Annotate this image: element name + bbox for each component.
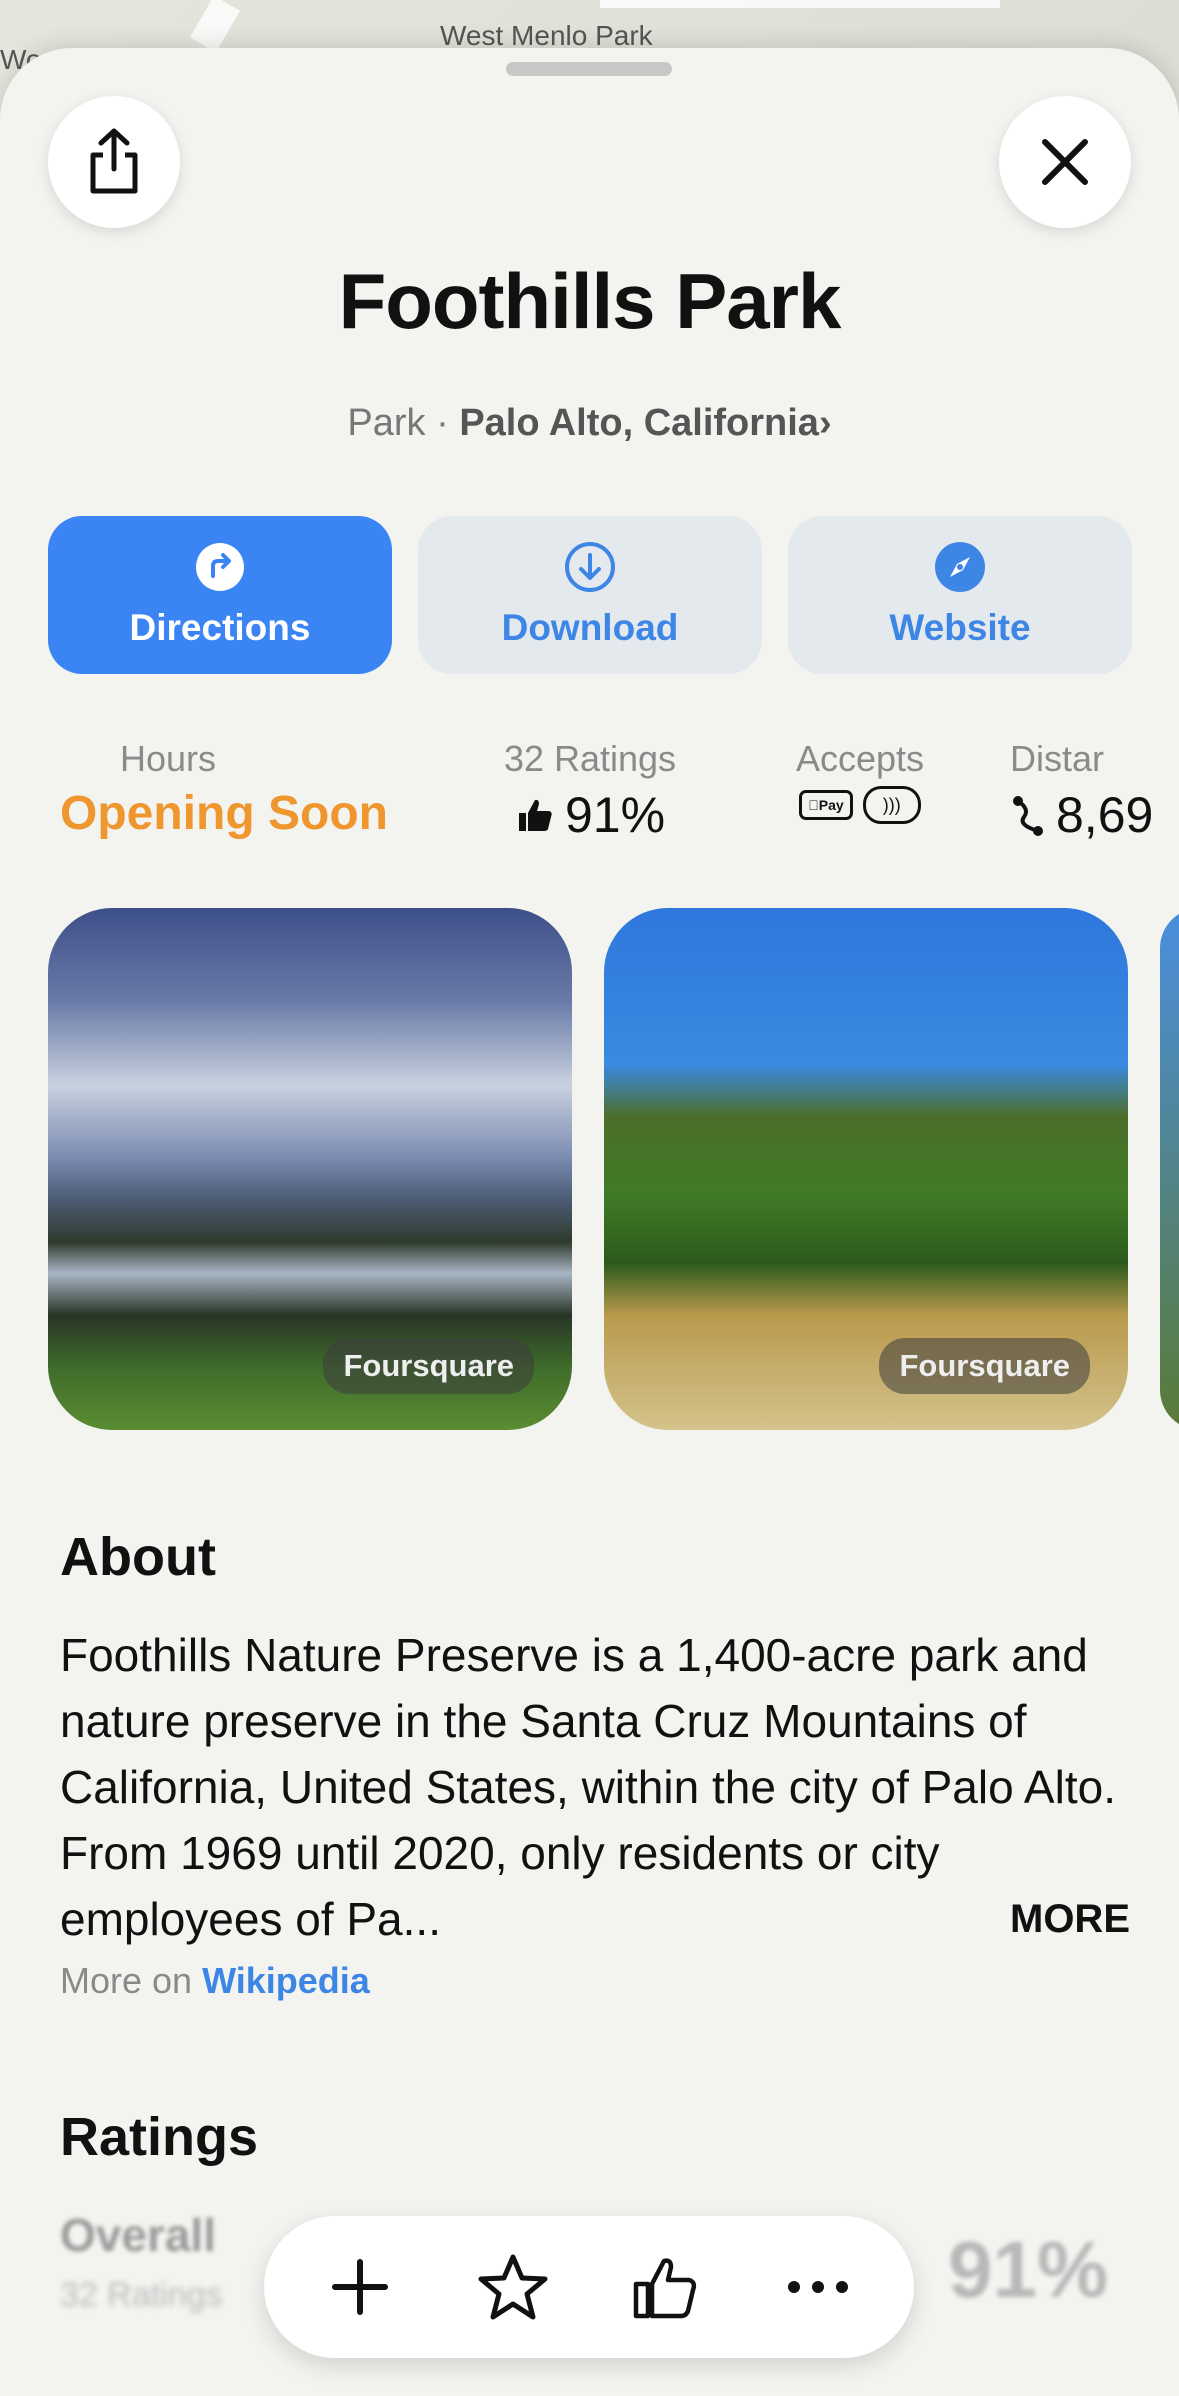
wikipedia-link[interactable]: Wikipedia bbox=[202, 1960, 370, 2001]
favorite-button[interactable] bbox=[468, 2242, 558, 2332]
place-subtitle[interactable]: Park · Palo Alto, California› bbox=[0, 402, 1179, 445]
about-text[interactable]: Foothills Nature Preserve is a 1,400-acr… bbox=[60, 1622, 1130, 1952]
hours-label: Hours bbox=[119, 738, 217, 779]
website-label: Website bbox=[889, 607, 1031, 648]
close-button[interactable] bbox=[999, 96, 1131, 228]
hours-info[interactable]: Hours Opening Soon bbox=[60, 738, 400, 841]
download-label: Download bbox=[501, 607, 679, 648]
website-button[interactable]: Website bbox=[788, 516, 1132, 674]
chevron-right-icon: › bbox=[818, 402, 832, 444]
map-road bbox=[600, 0, 1000, 8]
ratings-info[interactable]: 32 Ratings 91% bbox=[470, 738, 710, 844]
separator: · bbox=[436, 402, 449, 444]
rate-button[interactable] bbox=[620, 2242, 710, 2332]
place-photo[interactable]: Foursquare bbox=[604, 908, 1128, 1430]
place-title: Foothills Park bbox=[338, 257, 842, 345]
distance-info[interactable]: Distar 8,69 bbox=[1010, 738, 1179, 844]
apple-pay-icon: Pay bbox=[799, 790, 853, 820]
overall-label: Overall bbox=[60, 2209, 216, 2261]
photo-credit: Foursquare bbox=[323, 1338, 534, 1394]
directions-icon bbox=[194, 541, 246, 593]
route-icon bbox=[1013, 796, 1043, 836]
place-location[interactable]: Palo Alto, California bbox=[459, 402, 819, 444]
place-photo[interactable] bbox=[1160, 908, 1179, 1430]
info-strip[interactable]: Hours Opening Soon 32 Ratings 91% Accept… bbox=[0, 738, 1179, 848]
thumbs-up-icon bbox=[634, 2258, 697, 2319]
directions-label: Directions bbox=[129, 607, 311, 648]
download-button[interactable]: Download bbox=[418, 516, 762, 674]
hours-value: Opening Soon bbox=[60, 787, 388, 840]
sheet-grabber[interactable] bbox=[506, 62, 672, 76]
overall-value: 91% bbox=[948, 2225, 1109, 2314]
share-button[interactable] bbox=[48, 96, 180, 228]
place-photo[interactable]: Foursquare bbox=[48, 908, 572, 1430]
accepts-label: Accepts bbox=[795, 738, 925, 779]
ratings-heading: Ratings bbox=[60, 2107, 259, 2167]
distance-value: 8,69 bbox=[1056, 787, 1154, 843]
close-icon bbox=[1042, 139, 1088, 185]
photo-credit: Foursquare bbox=[879, 1338, 1090, 1394]
map-road bbox=[190, 0, 240, 53]
place-category: Park bbox=[347, 402, 426, 444]
source-prefix: More on bbox=[60, 1960, 193, 2001]
accepts-info[interactable]: Accepts Pay ))) bbox=[760, 738, 960, 824]
share-icon bbox=[90, 128, 138, 194]
compass-icon bbox=[934, 541, 986, 593]
ratings-value: 91% bbox=[564, 787, 666, 843]
more-options-button[interactable] bbox=[773, 2242, 863, 2332]
overall-sub: 32 Ratings bbox=[60, 2276, 223, 2314]
add-icon bbox=[332, 2259, 389, 2315]
bottom-toolbar bbox=[264, 2216, 914, 2358]
star-icon bbox=[478, 2254, 548, 2320]
thumbs-up-icon bbox=[518, 799, 552, 831]
ratings-label: 32 Ratings bbox=[503, 738, 677, 779]
contactless-icon: ))) bbox=[862, 786, 921, 824]
action-buttons: Directions Download Website bbox=[48, 516, 1132, 674]
about-heading: About bbox=[60, 1527, 216, 1587]
more-icon bbox=[787, 2281, 848, 2293]
photo-carousel[interactable]: Foursquare Foursquare bbox=[48, 908, 1179, 1430]
download-icon bbox=[564, 541, 616, 593]
more-button[interactable]: MORE bbox=[1010, 1886, 1130, 1952]
add-button[interactable] bbox=[315, 2242, 405, 2332]
about-body: Foothills Nature Preserve is a 1,400-acr… bbox=[60, 1629, 1116, 1945]
place-card-sheet: Foothills Park Park · Palo Alto, Califor… bbox=[0, 48, 1179, 2396]
distance-label: Distar bbox=[1010, 738, 1105, 779]
directions-button[interactable]: Directions bbox=[48, 516, 392, 674]
about-source: More on Wikipedia bbox=[60, 1960, 370, 2002]
